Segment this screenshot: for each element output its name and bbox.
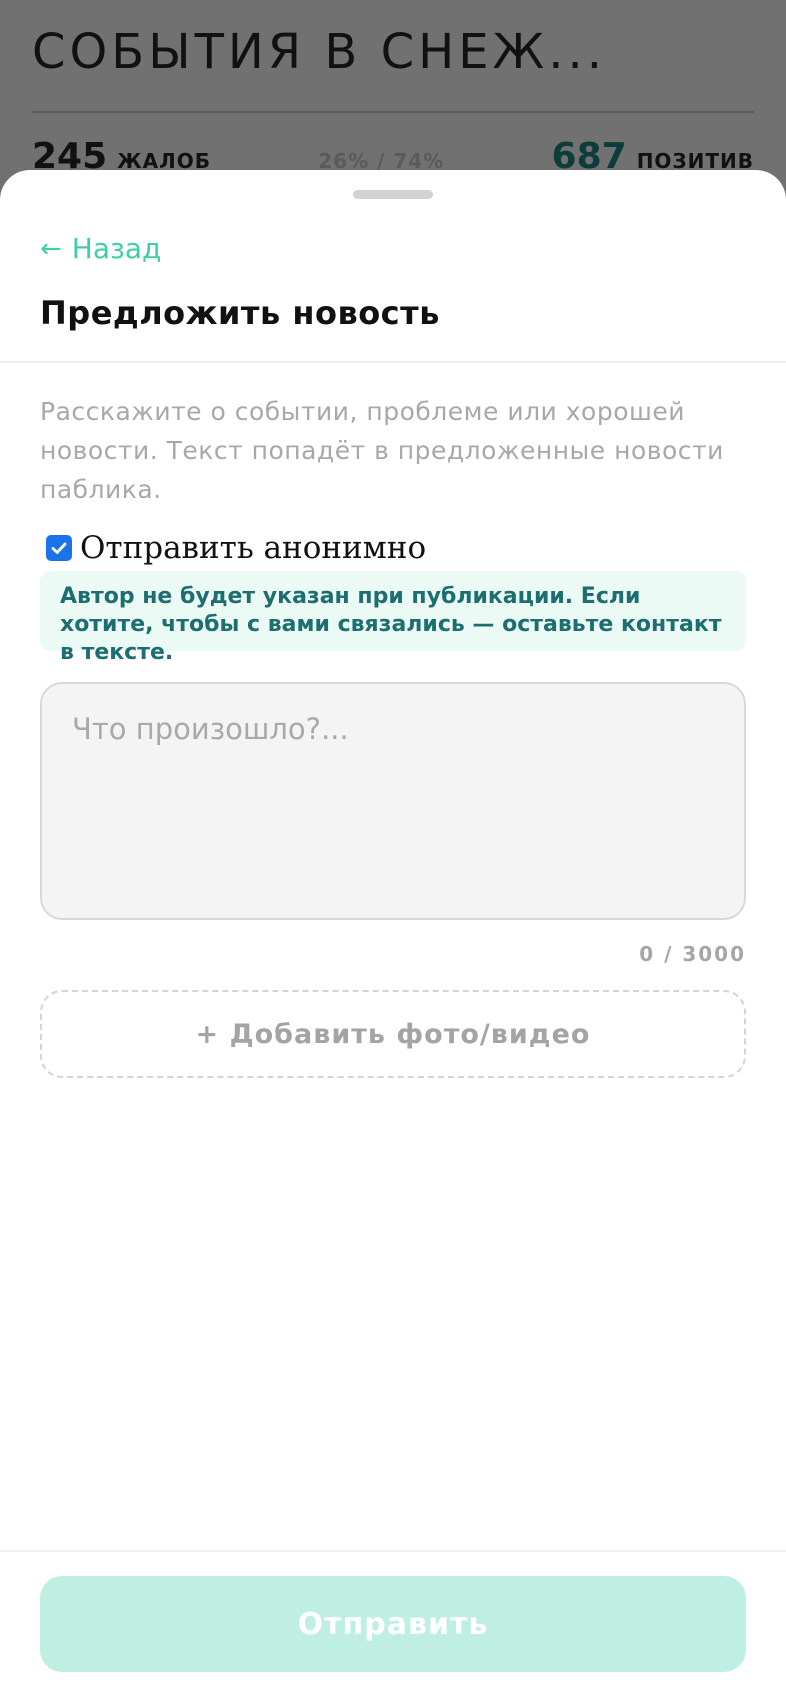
checkmark-icon: [51, 542, 67, 554]
suggest-news-sheet: ← Назад Предложить новость Расскажите о …: [0, 170, 786, 1704]
anonymous-option[interactable]: Отправить анонимно: [46, 530, 426, 566]
news-text-input[interactable]: Что произошло?...: [40, 682, 746, 920]
header-divider: [0, 361, 786, 363]
background-title: СОБЫТИЯ В СНЕЖ...: [32, 24, 607, 80]
footer-divider: [0, 1550, 786, 1552]
back-button[interactable]: ← Назад: [40, 232, 161, 265]
arrow-left-icon: ←: [40, 233, 62, 264]
anonymous-label[interactable]: Отправить анонимно: [80, 530, 426, 566]
screen: СОБЫТИЯ В СНЕЖ... 245 жалоб 26% / 74% 68…: [0, 0, 786, 1704]
anonymous-checkbox[interactable]: [46, 535, 72, 561]
news-text-placeholder: Что произошло?...: [72, 712, 349, 746]
anonymous-info-box: Автор не будет указан при публикации. Ес…: [40, 571, 746, 665]
submit-button[interactable]: Отправить: [40, 1576, 746, 1672]
sheet-title: Предложить новость: [40, 294, 440, 332]
add-media-button[interactable]: + Добавить фото/видео: [40, 990, 746, 1078]
sheet-grabber[interactable]: [353, 190, 433, 199]
back-label: Назад: [71, 232, 162, 265]
background-divider: [32, 111, 754, 113]
character-counter: 0 / 3000: [639, 942, 746, 966]
intro-text: Расскажите о событии, проблеме или хорош…: [40, 397, 724, 504]
